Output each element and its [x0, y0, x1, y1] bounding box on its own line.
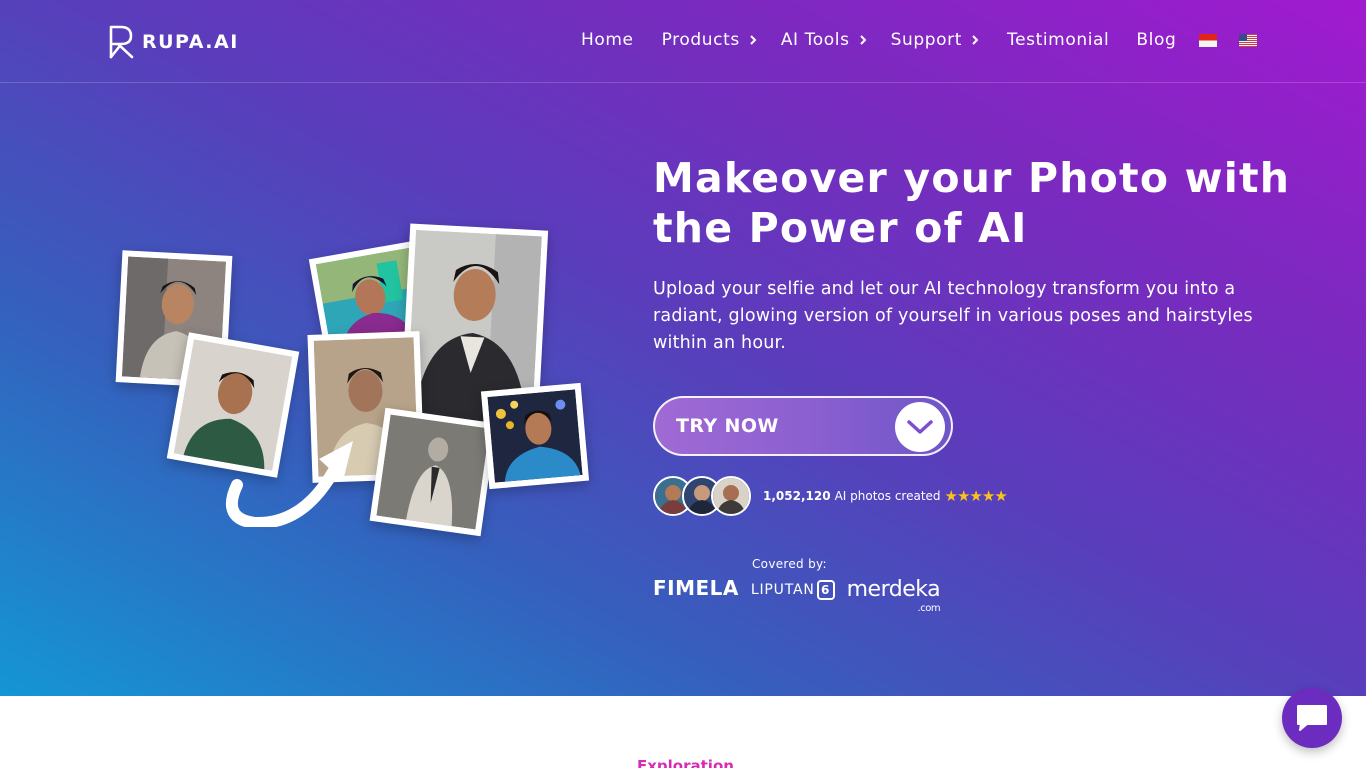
- nav-blog-label: Blog: [1136, 30, 1177, 50]
- nav-support[interactable]: Support: [891, 30, 980, 50]
- nav-testimonial[interactable]: Testimonial: [1007, 30, 1109, 50]
- nav-testimonial-label: Testimonial: [1006, 30, 1110, 50]
- photos-label: AI photos created: [834, 489, 941, 503]
- chevron-right-icon: [750, 35, 757, 45]
- merdeka-com-text: .com: [917, 603, 941, 614]
- nav-products[interactable]: Products: [662, 30, 758, 50]
- try-now-circle: [895, 402, 945, 452]
- hero-title: Makeover your Photo with the Power of AI: [653, 154, 1291, 252]
- language-switcher: [1199, 34, 1257, 47]
- brand-name: RUPA.AI: [142, 31, 239, 53]
- chat-button[interactable]: [1282, 688, 1342, 748]
- nav-support-label: Support: [890, 30, 962, 50]
- liputan6-mark-icon: 6: [816, 580, 835, 600]
- nav-home[interactable]: Home: [581, 30, 634, 50]
- liputan6-logo: LIPUTAN 6: [751, 580, 835, 600]
- stats-row: 1,052,120 AI photos created ★★★★★: [653, 476, 1008, 516]
- chevron-down-icon: [907, 420, 933, 434]
- brand-logo[interactable]: RUPA.AI: [108, 25, 239, 59]
- stats-text: 1,052,120 AI photos created ★★★★★: [763, 487, 1008, 505]
- rating-stars: ★★★★★: [944, 487, 1008, 505]
- collage-photo: [369, 407, 497, 537]
- user-avatars: [653, 476, 753, 516]
- try-now-label: TRY NOW: [676, 415, 779, 437]
- press-logos: FIMELA LIPUTAN 6 merdeka .com: [653, 576, 941, 615]
- nav-ai-tools-label: AI Tools: [780, 30, 850, 50]
- try-now-button[interactable]: TRY NOW: [653, 396, 953, 456]
- chevron-right-icon: [972, 35, 979, 45]
- merdeka-logo: merdeka .com: [847, 579, 941, 615]
- photos-count: 1,052,120: [763, 489, 831, 503]
- hero-section: RUPA.AI Home Products AI Tools Support T…: [0, 0, 1366, 696]
- liputan-text: LIPUTAN: [750, 582, 815, 598]
- avatar: [711, 476, 751, 516]
- nav-products-label: Products: [661, 30, 740, 50]
- us-flag-icon[interactable]: [1239, 34, 1257, 47]
- indonesia-flag-icon[interactable]: [1199, 34, 1217, 47]
- photo-collage: [105, 215, 605, 545]
- chat-bubble-icon: [1297, 705, 1327, 731]
- chevron-right-icon: [859, 35, 866, 45]
- transform-arrow-icon: [226, 441, 353, 527]
- nav-home-label: Home: [581, 30, 634, 50]
- nav-ai-tools[interactable]: AI Tools: [781, 30, 868, 50]
- section-label: Exploration: [637, 757, 734, 768]
- site-header: RUPA.AI Home Products AI Tools Support T…: [0, 0, 1366, 83]
- covered-by-label: Covered by:: [752, 557, 827, 571]
- main-nav: Home Products AI Tools Support Testimoni…: [581, 30, 1176, 50]
- hero-subtitle: Upload your selfie and let our AI techno…: [653, 279, 1253, 353]
- rupa-logo-icon: [109, 25, 134, 59]
- collage-photo: [480, 382, 590, 490]
- fimela-logo: FIMELA: [653, 576, 739, 600]
- nav-blog[interactable]: Blog: [1136, 30, 1176, 50]
